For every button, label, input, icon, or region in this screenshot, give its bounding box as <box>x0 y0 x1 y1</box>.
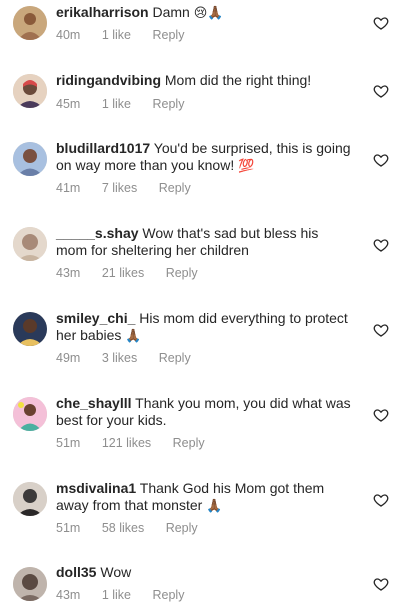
comment-time: 51m <box>56 436 81 450</box>
heart-outline-icon[interactable] <box>373 576 389 592</box>
comment-time: 45m <box>56 97 81 111</box>
heart-outline-icon[interactable] <box>373 322 389 338</box>
comment-emoji: 🙏🏾 <box>125 329 142 344</box>
comment-body: Mom did the right thing! <box>164 72 312 88</box>
reply-button[interactable]: Reply <box>159 351 191 365</box>
comment-text: bludillard1017 You'd be surprised, this … <box>56 140 351 175</box>
comment-meta: 45m 1 like Reply <box>56 97 202 112</box>
comment-body: Damn <box>152 4 190 20</box>
heart-outline-icon[interactable] <box>373 492 389 508</box>
reply-button[interactable]: Reply <box>166 266 198 280</box>
comment-likes[interactable]: 1 like <box>102 97 131 111</box>
comment-text: erikalharrison Damn 😢🙏🏾 <box>56 4 351 22</box>
reply-button[interactable]: Reply <box>173 436 205 450</box>
comment-username[interactable]: smiley_chi_ <box>56 310 135 326</box>
comment-likes[interactable]: 121 likes <box>102 436 151 450</box>
comment-username[interactable]: erikalharrison <box>56 4 149 20</box>
avatar[interactable] <box>13 227 47 261</box>
comment-username[interactable]: _____s.shay <box>56 225 139 241</box>
comment-text: ridingandvibing Mom did the right thing! <box>56 72 351 89</box>
avatar[interactable] <box>13 397 47 431</box>
comment-likes[interactable]: 7 likes <box>102 181 137 195</box>
comment-text: msdivalina1 Thank God his Mom got them a… <box>56 480 351 515</box>
comment-emoji: 🙏🏾 <box>206 499 223 514</box>
reply-button[interactable]: Reply <box>159 181 191 195</box>
comment-likes[interactable]: 1 like <box>102 28 131 42</box>
comments-list: erikalharrison Damn 😢🙏🏾 40m 1 like Reply… <box>0 0 412 603</box>
comment-meta: 51m 121 likes Reply <box>56 436 223 451</box>
heart-outline-icon[interactable] <box>373 152 389 168</box>
comment-text: che_shaylll Thank you mom, you did what … <box>56 395 351 429</box>
heart-outline-icon[interactable] <box>373 83 389 99</box>
avatar[interactable] <box>13 142 47 176</box>
comment-emoji: 😢🙏🏾 <box>193 6 224 21</box>
comment-meta: 51m 58 likes Reply <box>56 521 216 536</box>
comment-meta: 40m 1 like Reply <box>56 28 202 43</box>
comment-username[interactable]: msdivalina1 <box>56 480 136 496</box>
comment-likes[interactable]: 21 likes <box>102 266 144 280</box>
comment-username[interactable]: ridingandvibing <box>56 72 161 88</box>
comment-text: doll35 Wow <box>56 564 351 581</box>
comment-body: Wow <box>100 564 132 580</box>
comment-meta: 49m 3 likes Reply <box>56 351 209 366</box>
comment-time: 40m <box>56 28 81 42</box>
avatar[interactable] <box>13 482 47 516</box>
comment-meta: 43m 21 likes Reply <box>56 266 216 281</box>
reply-button[interactable]: Reply <box>152 97 184 111</box>
comment-username[interactable]: bludillard1017 <box>56 140 150 156</box>
comment-text: smiley_chi_ His mom did everything to pr… <box>56 310 351 345</box>
heart-outline-icon[interactable] <box>373 15 389 31</box>
comment-username[interactable]: doll35 <box>56 564 96 580</box>
reply-button[interactable]: Reply <box>166 521 198 535</box>
avatar[interactable] <box>13 567 47 601</box>
comment-text: _____s.shay Wow that's sad but bless his… <box>56 225 351 259</box>
comment-meta: 43m 1 like Reply <box>56 588 202 603</box>
comment-time: 43m <box>56 266 81 280</box>
heart-outline-icon[interactable] <box>373 237 389 253</box>
avatar[interactable] <box>13 6 47 40</box>
comment-meta: 41m 7 likes Reply <box>56 181 209 196</box>
heart-outline-icon[interactable] <box>373 407 389 423</box>
avatar[interactable] <box>13 312 47 346</box>
comment-emoji: 💯 <box>238 159 255 174</box>
comment-time: 51m <box>56 521 81 535</box>
comment-likes[interactable]: 3 likes <box>102 351 137 365</box>
comment-username[interactable]: che_shaylll <box>56 395 132 411</box>
comment-likes[interactable]: 58 likes <box>102 521 144 535</box>
comment-time: 41m <box>56 181 81 195</box>
reply-button[interactable]: Reply <box>152 28 184 42</box>
avatar[interactable] <box>13 74 47 108</box>
comment-time: 49m <box>56 351 81 365</box>
